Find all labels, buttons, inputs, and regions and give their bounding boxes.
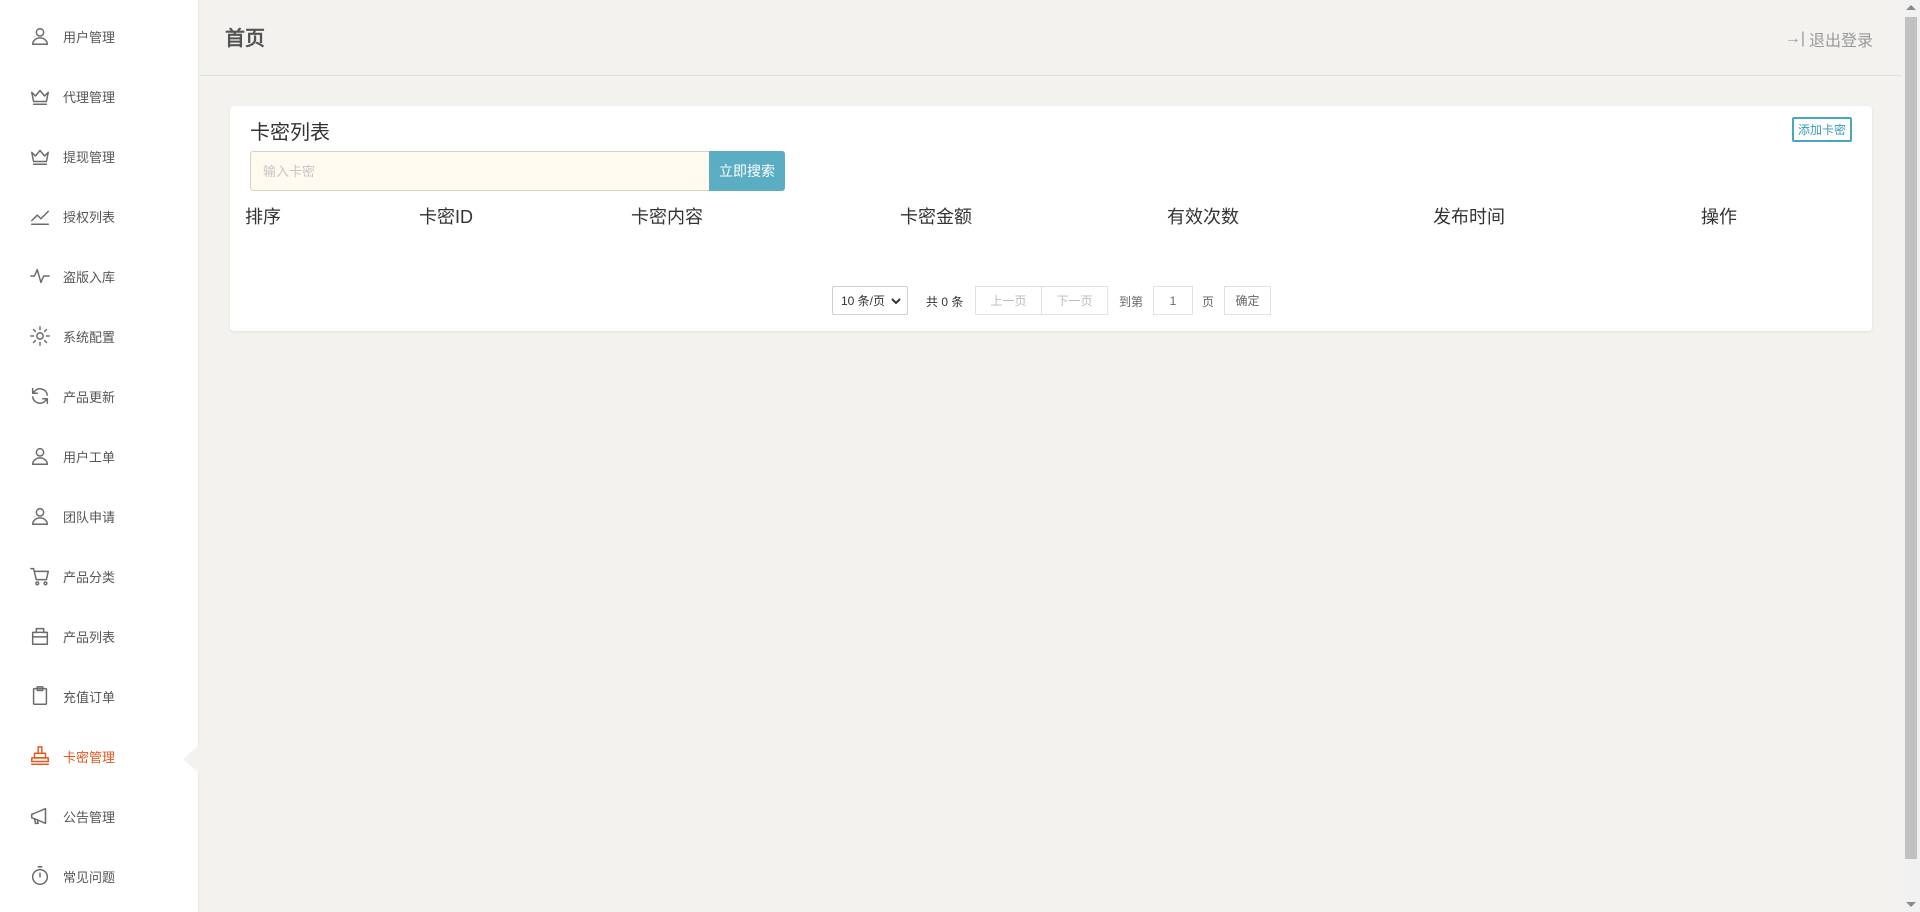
active-indicator <box>183 744 200 774</box>
header: 首页 →| 退出登录 <box>200 0 1902 76</box>
total-count: 共 0 条 <box>926 295 964 309</box>
sidebar-item[interactable]: 提现管理 <box>0 136 198 176</box>
sidebar-item-label: 公告管理 <box>63 809 116 825</box>
sidebar-item[interactable]: 产品分类 <box>0 556 198 596</box>
prev-page-button[interactable]: 上一页 <box>975 286 1042 315</box>
goto-label: 到第 <box>1119 295 1144 309</box>
confirm-page-button[interactable]: 确定 <box>1224 286 1271 315</box>
scrollbar-thumb[interactable] <box>1905 17 1917 859</box>
sidebar-item-label: 代理管理 <box>63 89 116 105</box>
crown-icon <box>28 144 52 168</box>
sidebar-item-label: 充值订单 <box>63 689 116 705</box>
card-list-panel: 卡密列表 添加卡密 立即搜索 排序 卡密ID 卡密内容 卡密金额 有效次数 发布… <box>230 106 1872 331</box>
page-unit-label: 页 <box>1202 295 1215 309</box>
sidebar-item-label: 产品分类 <box>63 569 116 585</box>
sidebar-item-label: 常见问题 <box>63 869 116 885</box>
chevron-down-icon <box>891 295 901 309</box>
sidebar-item[interactable]: 公告管理 <box>0 796 198 836</box>
search-bar: 立即搜索 <box>250 151 785 191</box>
add-card-button[interactable]: 添加卡密 <box>1791 117 1852 142</box>
sidebar-item-label: 卡密管理 <box>63 749 116 765</box>
clipboard-icon <box>28 684 52 708</box>
sidebar-item-label: 团队申请 <box>63 509 116 525</box>
sidebar-item-label: 系统配置 <box>63 329 116 345</box>
card-title: 卡密列表 <box>250 122 330 144</box>
crown-icon <box>28 84 52 108</box>
pulse-icon <box>28 264 52 288</box>
page-number-input[interactable] <box>1153 286 1193 315</box>
sidebar-item[interactable]: 系统配置 <box>0 316 198 356</box>
scrollbar[interactable] <box>1902 0 1920 912</box>
page-size-select[interactable]: 10 条/页 <box>832 286 908 315</box>
sidebar-item[interactable]: 常见问题 <box>0 856 198 896</box>
next-page-button[interactable]: 下一页 <box>1041 286 1108 315</box>
sidebar-item[interactable]: 产品列表 <box>0 616 198 656</box>
sidebar-item[interactable]: 代理管理 <box>0 76 198 116</box>
stamp-icon <box>28 744 52 768</box>
column-header[interactable]: 卡密内容 <box>631 203 703 229</box>
column-header[interactable]: 卡密ID <box>419 203 473 229</box>
page-size-value: 10 条/页 <box>841 294 886 308</box>
sidebar-item[interactable]: 团队申请 <box>0 496 198 536</box>
sidebar-item[interactable]: 充值订单 <box>0 676 198 716</box>
pagination: 10 条/页 共 0 条 上一页 下一页 到第 页 确定 <box>230 286 1872 316</box>
table-header: 排序 卡密ID 卡密内容 卡密金额 有效次数 发布时间 操作 <box>230 203 1872 227</box>
column-header[interactable]: 有效次数 <box>1167 203 1239 229</box>
sidebar-item[interactable]: 用户工单 <box>0 436 198 476</box>
search-input[interactable] <box>250 151 709 191</box>
megaphone-icon <box>28 804 52 828</box>
app-root: 用户管理代理管理提现管理授权列表盗版入库系统配置产品更新用户工单团队申请产品分类… <box>0 0 1920 912</box>
sidebar-item[interactable]: 产品更新 <box>0 376 198 416</box>
column-header[interactable]: 发布时间 <box>1433 203 1505 229</box>
logout-icon: →| <box>1784 30 1805 47</box>
scroll-down-icon[interactable] <box>1906 902 1916 907</box>
logout-label: 退出登录 <box>1808 33 1873 50</box>
gear-icon <box>28 324 52 348</box>
page-title: 首页 <box>225 28 265 50</box>
user-icon <box>28 24 52 48</box>
trend-icon <box>28 204 52 228</box>
sidebar: 用户管理代理管理提现管理授权列表盗版入库系统配置产品更新用户工单团队申请产品分类… <box>0 0 199 912</box>
box-icon <box>28 624 52 648</box>
sidebar-item-label: 产品更新 <box>63 389 116 405</box>
logout-button[interactable]: →| 退出登录 <box>1785 27 1873 51</box>
sidebar-item[interactable]: 授权列表 <box>0 196 198 236</box>
sidebar-item-label: 用户工单 <box>63 449 116 465</box>
cart-icon <box>28 564 52 588</box>
sidebar-item-label: 产品列表 <box>63 629 116 645</box>
sidebar-item-label: 用户管理 <box>63 29 116 45</box>
sidebar-item[interactable]: 盗版入库 <box>0 256 198 296</box>
sidebar-item[interactable]: 用户管理 <box>0 16 198 56</box>
user-icon <box>28 444 52 468</box>
sidebar-item-label: 盗版入库 <box>63 269 116 285</box>
user-icon <box>28 504 52 528</box>
column-header[interactable]: 操作 <box>1701 203 1737 229</box>
search-button[interactable]: 立即搜索 <box>709 151 785 191</box>
refresh-icon <box>28 384 52 408</box>
sidebar-item[interactable]: 卡密管理 <box>0 736 198 776</box>
column-header[interactable]: 卡密金额 <box>900 203 972 229</box>
sidebar-item-label: 提现管理 <box>63 149 116 165</box>
stopwatch-icon <box>28 864 52 888</box>
scroll-up-icon[interactable] <box>1906 5 1916 10</box>
column-header[interactable]: 排序 <box>245 203 281 229</box>
sidebar-item-label: 授权列表 <box>63 209 116 225</box>
